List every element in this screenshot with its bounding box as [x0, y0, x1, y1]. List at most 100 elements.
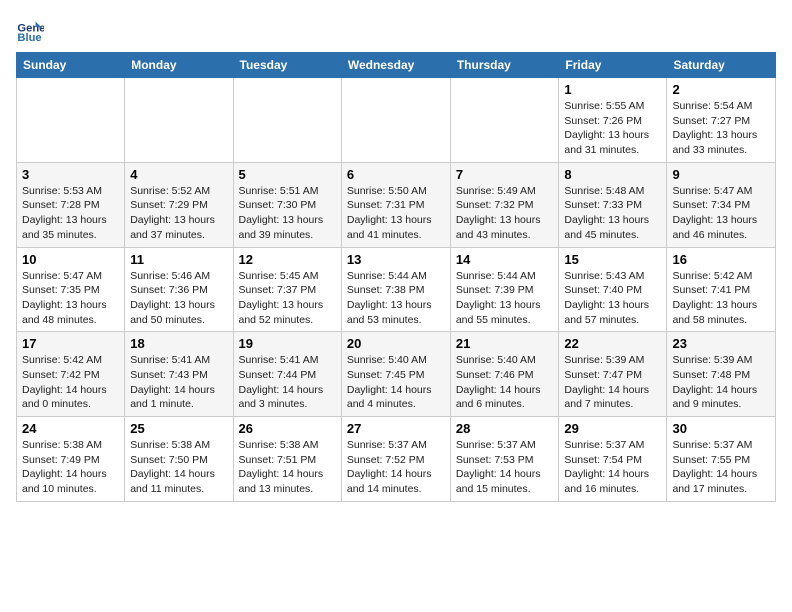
- day-info: Sunrise: 5:53 AMSunset: 7:28 PMDaylight:…: [22, 184, 119, 243]
- day-info: Sunrise: 5:45 AMSunset: 7:37 PMDaylight:…: [239, 269, 336, 328]
- day-info: Sunrise: 5:51 AMSunset: 7:30 PMDaylight:…: [239, 184, 336, 243]
- day-info: Sunrise: 5:47 AMSunset: 7:35 PMDaylight:…: [22, 269, 119, 328]
- day-number: 21: [456, 336, 554, 351]
- day-number: 15: [564, 252, 661, 267]
- calendar-cell: 5Sunrise: 5:51 AMSunset: 7:30 PMDaylight…: [233, 162, 341, 247]
- day-info: Sunrise: 5:40 AMSunset: 7:45 PMDaylight:…: [347, 353, 445, 412]
- calendar-cell: 20 Sunrise: 5:40 AMSunset: 7:45 PMDayligh…: [341, 332, 450, 417]
- day-info: Sunrise: 5:43 AMSunset: 7:40 PMDaylight:…: [564, 269, 661, 328]
- day-info: Sunrise: 5:46 AMSunset: 7:36 PMDaylight:…: [130, 269, 227, 328]
- calendar-cell: 26 Sunrise: 5:38 AMSunset: 7:51 PMDayligh…: [233, 417, 341, 502]
- day-number: 7: [456, 167, 554, 182]
- svg-text:Blue: Blue: [17, 32, 41, 44]
- calendar-cell: 6Sunrise: 5:50 AMSunset: 7:31 PMDaylight…: [341, 162, 450, 247]
- day-info: Sunrise: 5:55 AMSunset: 7:26 PMDaylight:…: [564, 99, 661, 158]
- calendar-cell: 15 Sunrise: 5:43 AMSunset: 7:40 PMDayligh…: [559, 247, 667, 332]
- calendar-cell: 25Sunrise: 5:38 AMSunset: 7:50 PMDayligh…: [125, 417, 233, 502]
- day-number: 1: [564, 82, 661, 97]
- day-info: Sunrise: 5:54 AMSunset: 7:27 PMDaylight:…: [672, 99, 770, 158]
- calendar-cell: 3 Sunrise: 5:53 AMSunset: 7:28 PMDaylight…: [17, 162, 125, 247]
- day-number: 16: [672, 252, 770, 267]
- calendar-week-row: 10 Sunrise: 5:47 AMSunset: 7:35 PMDayligh…: [17, 247, 776, 332]
- calendar-cell: [450, 78, 559, 163]
- calendar-cell: [341, 78, 450, 163]
- day-number: 14: [456, 252, 554, 267]
- weekday-header: Thursday: [450, 53, 559, 78]
- day-info: Sunrise: 5:44 AMSunset: 7:39 PMDaylight:…: [456, 269, 554, 328]
- calendar-cell: 8 Sunrise: 5:48 AMSunset: 7:33 PMDaylight…: [559, 162, 667, 247]
- calendar-cell: 1 Sunrise: 5:55 AMSunset: 7:26 PMDaylight…: [559, 78, 667, 163]
- calendar-cell: 30 Sunrise: 5:37 AMSunset: 7:55 PMDayligh…: [667, 417, 776, 502]
- day-info: Sunrise: 5:52 AMSunset: 7:29 PMDaylight:…: [130, 184, 227, 243]
- day-number: 11: [130, 252, 227, 267]
- weekday-header: Tuesday: [233, 53, 341, 78]
- day-number: 24: [22, 421, 119, 436]
- calendar-cell: 7 Sunrise: 5:49 AMSunset: 7:32 PMDaylight…: [450, 162, 559, 247]
- day-info: Sunrise: 5:47 AMSunset: 7:34 PMDaylight:…: [672, 184, 770, 243]
- day-info: Sunrise: 5:39 AMSunset: 7:48 PMDaylight:…: [672, 353, 770, 412]
- calendar-week-row: 24 Sunrise: 5:38 AMSunset: 7:49 PMDayligh…: [17, 417, 776, 502]
- calendar-table: SundayMondayTuesdayWednesdayThursdayFrid…: [16, 52, 776, 502]
- day-number: 27: [347, 421, 445, 436]
- weekday-header: Monday: [125, 53, 233, 78]
- calendar-cell: 12Sunrise: 5:45 AMSunset: 7:37 PMDayligh…: [233, 247, 341, 332]
- day-number: 10: [22, 252, 119, 267]
- weekday-header: Saturday: [667, 53, 776, 78]
- weekday-header: Wednesday: [341, 53, 450, 78]
- day-number: 6: [347, 167, 445, 182]
- day-number: 18: [130, 336, 227, 351]
- calendar-header-row: SundayMondayTuesdayWednesdayThursdayFrid…: [17, 53, 776, 78]
- weekday-header: Sunday: [17, 53, 125, 78]
- calendar-cell: 18 Sunrise: 5:41 AMSunset: 7:43 PMDayligh…: [125, 332, 233, 417]
- day-info: Sunrise: 5:37 AMSunset: 7:52 PMDaylight:…: [347, 438, 445, 497]
- logo-icon: General Blue: [16, 16, 44, 44]
- day-info: Sunrise: 5:38 AMSunset: 7:50 PMDaylight:…: [130, 438, 227, 497]
- logo: General Blue: [16, 16, 48, 44]
- calendar-week-row: 17Sunrise: 5:42 AMSunset: 7:42 PMDayligh…: [17, 332, 776, 417]
- calendar-cell: 27 Sunrise: 5:37 AMSunset: 7:52 PMDayligh…: [341, 417, 450, 502]
- day-number: 9: [672, 167, 770, 182]
- day-info: Sunrise: 5:44 AMSunset: 7:38 PMDaylight:…: [347, 269, 445, 328]
- day-number: 23: [672, 336, 770, 351]
- calendar-cell: 23 Sunrise: 5:39 AMSunset: 7:48 PMDayligh…: [667, 332, 776, 417]
- day-number: 2: [672, 82, 770, 97]
- day-info: Sunrise: 5:39 AMSunset: 7:47 PMDaylight:…: [564, 353, 661, 412]
- day-number: 4: [130, 167, 227, 182]
- calendar-cell: 4 Sunrise: 5:52 AMSunset: 7:29 PMDaylight…: [125, 162, 233, 247]
- calendar-cell: 28 Sunrise: 5:37 AMSunset: 7:53 PMDayligh…: [450, 417, 559, 502]
- calendar-cell: 24 Sunrise: 5:38 AMSunset: 7:49 PMDayligh…: [17, 417, 125, 502]
- page-header: General Blue: [16, 16, 776, 44]
- day-number: 8: [564, 167, 661, 182]
- day-number: 3: [22, 167, 119, 182]
- calendar-cell: 19Sunrise: 5:41 AMSunset: 7:44 PMDayligh…: [233, 332, 341, 417]
- day-info: Sunrise: 5:48 AMSunset: 7:33 PMDaylight:…: [564, 184, 661, 243]
- calendar-cell: 2 Sunrise: 5:54 AMSunset: 7:27 PMDaylight…: [667, 78, 776, 163]
- day-info: Sunrise: 5:41 AMSunset: 7:44 PMDaylight:…: [239, 353, 336, 412]
- day-info: Sunrise: 5:38 AMSunset: 7:49 PMDaylight:…: [22, 438, 119, 497]
- calendar-week-row: 3 Sunrise: 5:53 AMSunset: 7:28 PMDaylight…: [17, 162, 776, 247]
- day-info: Sunrise: 5:42 AMSunset: 7:41 PMDaylight:…: [672, 269, 770, 328]
- calendar-cell: 17Sunrise: 5:42 AMSunset: 7:42 PMDayligh…: [17, 332, 125, 417]
- calendar-cell: [125, 78, 233, 163]
- day-number: 13: [347, 252, 445, 267]
- weekday-header: Friday: [559, 53, 667, 78]
- day-info: Sunrise: 5:41 AMSunset: 7:43 PMDaylight:…: [130, 353, 227, 412]
- calendar-cell: 22Sunrise: 5:39 AMSunset: 7:47 PMDayligh…: [559, 332, 667, 417]
- day-info: Sunrise: 5:49 AMSunset: 7:32 PMDaylight:…: [456, 184, 554, 243]
- day-info: Sunrise: 5:38 AMSunset: 7:51 PMDaylight:…: [239, 438, 336, 497]
- day-number: 20: [347, 336, 445, 351]
- calendar-cell: [233, 78, 341, 163]
- day-info: Sunrise: 5:37 AMSunset: 7:53 PMDaylight:…: [456, 438, 554, 497]
- day-number: 28: [456, 421, 554, 436]
- calendar-cell: 10 Sunrise: 5:47 AMSunset: 7:35 PMDayligh…: [17, 247, 125, 332]
- day-number: 26: [239, 421, 336, 436]
- day-number: 29: [564, 421, 661, 436]
- calendar-cell: 11 Sunrise: 5:46 AMSunset: 7:36 PMDayligh…: [125, 247, 233, 332]
- day-info: Sunrise: 5:37 AMSunset: 7:55 PMDaylight:…: [672, 438, 770, 497]
- day-info: Sunrise: 5:37 AMSunset: 7:54 PMDaylight:…: [564, 438, 661, 497]
- day-number: 30: [672, 421, 770, 436]
- day-info: Sunrise: 5:40 AMSunset: 7:46 PMDaylight:…: [456, 353, 554, 412]
- calendar-cell: 13 Sunrise: 5:44 AMSunset: 7:38 PMDayligh…: [341, 247, 450, 332]
- day-info: Sunrise: 5:42 AMSunset: 7:42 PMDaylight:…: [22, 353, 119, 412]
- calendar-cell: [17, 78, 125, 163]
